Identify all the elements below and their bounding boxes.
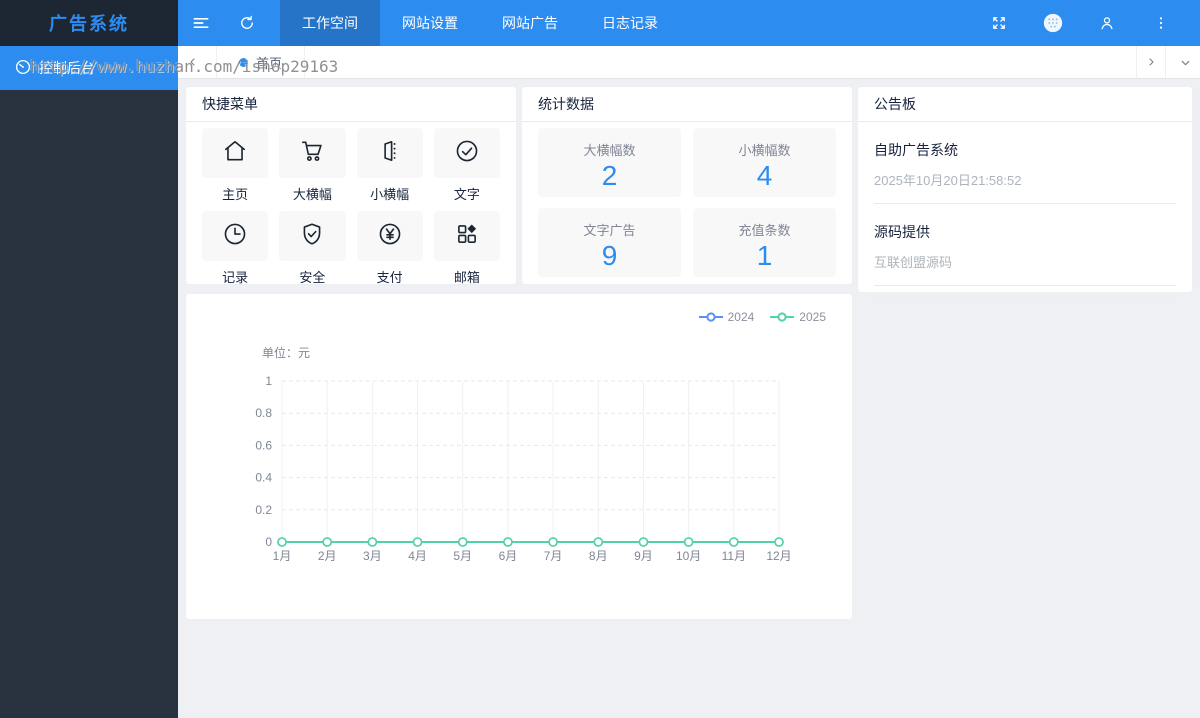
svg-text:4月: 4月 [408, 549, 427, 563]
notice-title: 公告板 [858, 87, 1192, 122]
stats-panel: 统计数据 大横幅数 2 小横幅数 4 文字广告 9 充值条数 1 [521, 86, 853, 285]
clock-icon [222, 221, 248, 252]
tabs-controls [1136, 46, 1200, 78]
content-area: 快捷菜单 主页 大横幅 小横幅 文字 记录 安全 支付 邮箱 统计数据 大横幅数… [178, 79, 1200, 718]
notice-panel: 公告板 自助广告系统 2025年10月20日21:58:52 源码提供 互联创盟… [857, 86, 1193, 304]
notice-entry: 源码提供 互联创盟源码 [874, 204, 1176, 286]
svg-text:1月: 1月 [273, 549, 292, 563]
app-logo: 广告系统 [0, 0, 178, 46]
quick-item-pay[interactable]: 支付 [356, 211, 423, 294]
chevron-left-icon[interactable] [178, 46, 208, 78]
svg-text:9月: 9月 [634, 549, 653, 563]
stats-title: 统计数据 [522, 87, 852, 122]
menu-item-workspace[interactable]: 工作空间 [280, 0, 380, 46]
quick-menu-title: 快捷菜单 [186, 87, 516, 122]
yen-circle-icon [377, 221, 403, 252]
stat-value: 9 [601, 240, 618, 271]
quick-item-text[interactable]: 文字 [433, 128, 500, 211]
quick-item-small-banner[interactable]: 小横幅 [356, 128, 423, 211]
svg-text:0: 0 [265, 535, 272, 549]
svg-text:10月: 10月 [676, 549, 701, 563]
chevron-down-icon[interactable] [1170, 46, 1200, 78]
svg-text:2月: 2月 [318, 549, 337, 563]
svg-text:3月: 3月 [363, 549, 382, 563]
quick-menu-grid: 主页 大横幅 小横幅 文字 记录 安全 支付 邮箱 [186, 122, 516, 294]
svg-text:0.6: 0.6 [255, 438, 272, 452]
menu-item-site-settings[interactable]: 网站设置 [380, 0, 480, 46]
quick-item-security[interactable]: 安全 [279, 211, 346, 294]
stat-value: 1 [756, 240, 773, 271]
stat-value: 2 [601, 160, 618, 191]
tags-nav-bar: 首页 [178, 46, 1200, 79]
svg-text:6月: 6月 [499, 549, 518, 563]
menu-item-logs[interactable]: 日志记录 [580, 0, 680, 46]
shield-check-icon [299, 221, 325, 252]
stat-card-big-banner: 大横幅数 2 [538, 128, 681, 197]
sidebar-item-console[interactable]: 控制后台 [0, 46, 178, 90]
notice-entry: 自助广告系统 2025年10月20日21:58:52 [874, 122, 1176, 204]
quick-item-mailbox[interactable]: 邮箱 [433, 211, 500, 294]
svg-text:1: 1 [265, 374, 272, 388]
banner-door-icon [377, 138, 403, 169]
sidebar-item-label: 控制后台 [39, 60, 95, 76]
collapse-menu-icon[interactable] [178, 0, 224, 46]
app-window: 广告系统 控制后台 工作空间 网站设置 网站广告 日志记录 首页 快捷菜单 主页… [0, 0, 1200, 718]
more-vertical-icon[interactable] [1138, 0, 1184, 46]
refresh-icon[interactable] [224, 0, 270, 46]
revenue-chart-panel: 2024 2025 单位：元 0 0.2 0.4 0.6 0.8 1 1月 2月 3月 4月 5月 6… [185, 293, 853, 620]
line-chart-svg: 00.20.40.60.811月 2月 3月 4月 5月 6月 7月 8月 9月 10月 11月 12… [255, 374, 791, 563]
svg-text:0.4: 0.4 [255, 471, 272, 485]
svg-text:0.2: 0.2 [255, 503, 272, 517]
fullscreen-icon[interactable] [976, 0, 1022, 46]
svg-text:12月: 12月 [766, 549, 791, 563]
menu-item-site-ads[interactable]: 网站广告 [480, 0, 580, 46]
svg-text:11月: 11月 [722, 549, 746, 563]
svg-text:0.8: 0.8 [255, 406, 272, 420]
svg-text:8月: 8月 [589, 549, 608, 563]
check-circle-icon [454, 138, 480, 169]
avatar[interactable] [1030, 0, 1076, 46]
notice-body: 自助广告系统 2025年10月20日21:58:52 源码提供 互联创盟源码 [858, 122, 1192, 304]
stats-grid: 大横幅数 2 小横幅数 4 文字广告 9 充值条数 1 [522, 122, 852, 277]
speedometer-icon [14, 58, 32, 79]
svg-text:7月: 7月 [544, 549, 563, 563]
tab-home[interactable]: 首页 [216, 46, 306, 78]
chevron-right-icon[interactable] [1136, 46, 1166, 78]
main-menu: 工作空间 网站设置 网站广告 日志记录 [280, 0, 680, 46]
quick-item-big-banner[interactable]: 大横幅 [279, 128, 346, 211]
user-icon[interactable] [1084, 0, 1130, 46]
sidebar: 广告系统 控制后台 [0, 0, 178, 718]
top-navbar: 工作空间 网站设置 网站广告 日志记录 [178, 0, 1200, 46]
navbar-right-icons [976, 0, 1200, 46]
apps-grid-icon [454, 221, 480, 252]
stat-card-recharge: 充值条数 1 [693, 208, 836, 277]
cart-icon [299, 138, 325, 169]
stat-card-text-ads: 文字广告 9 [538, 208, 681, 277]
svg-text:5月: 5月 [453, 549, 472, 563]
notice-divider [874, 286, 1176, 304]
quick-menu-panel: 快捷菜单 主页 大横幅 小横幅 文字 记录 安全 支付 邮箱 [185, 86, 517, 285]
tab-active-dot [239, 57, 248, 67]
quick-item-records[interactable]: 记录 [202, 211, 269, 294]
stat-card-small-banner: 小横幅数 4 [693, 128, 836, 197]
home-icon [222, 138, 248, 169]
tab-home-label: 首页 [256, 55, 283, 71]
quick-item-home[interactable]: 主页 [202, 128, 269, 211]
stat-value: 4 [756, 160, 773, 191]
